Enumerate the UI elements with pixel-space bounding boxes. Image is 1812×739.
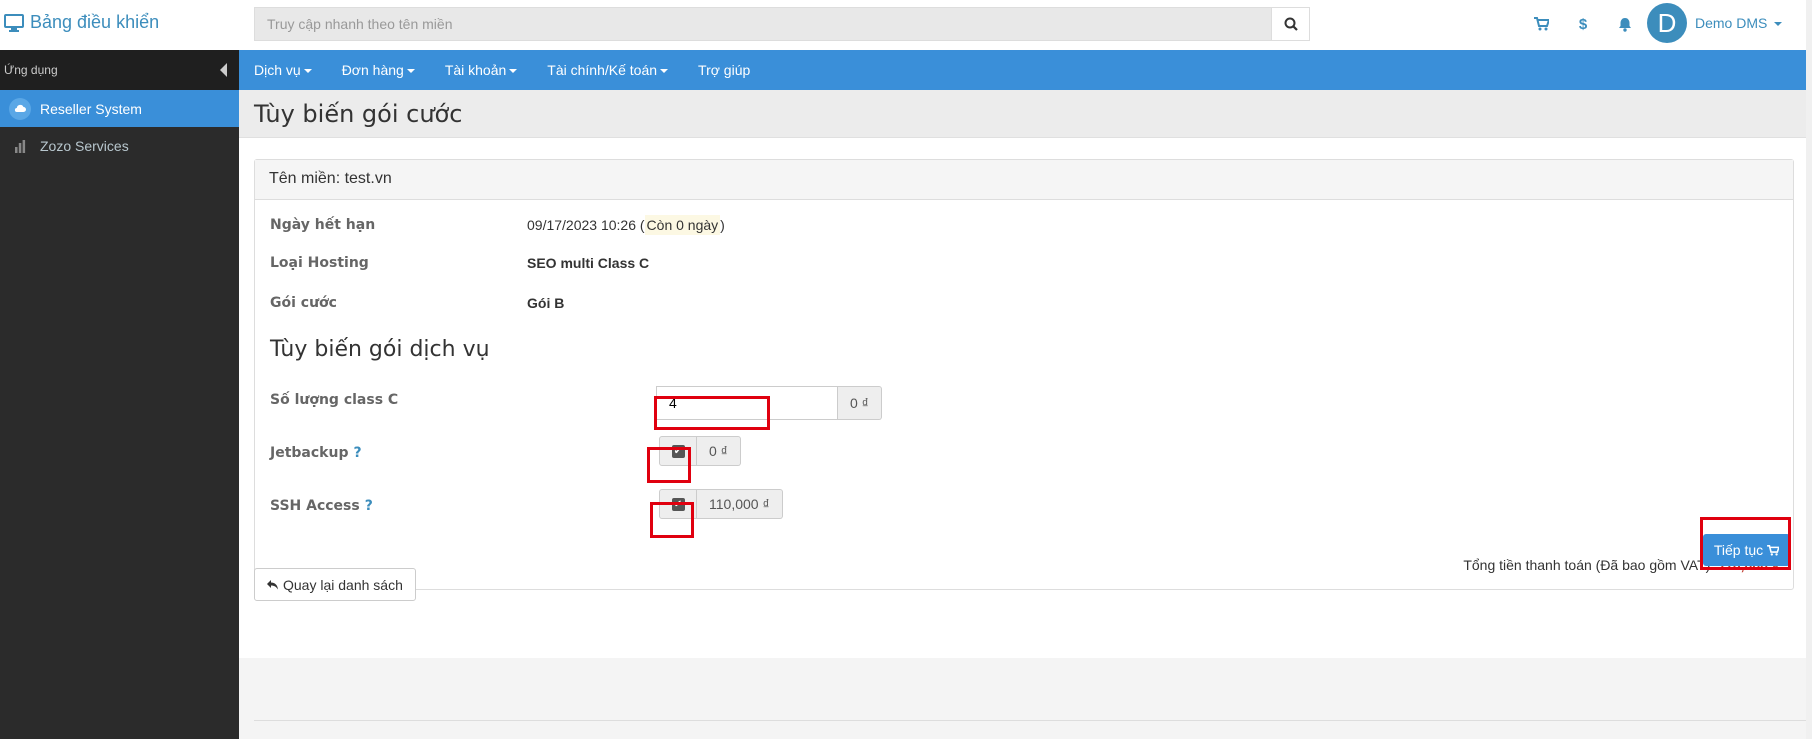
sidebar-icon-wrap — [0, 97, 40, 120]
highlight-box — [654, 396, 770, 430]
caret-down-icon — [509, 69, 518, 74]
main-nav: Dịch vụ Đơn hàng Tài khoản Tài chính/Kế … — [239, 50, 1812, 90]
ssh-label-text: SSH Access — [270, 498, 360, 514]
notifications-button[interactable] — [1604, 0, 1646, 48]
expiry-row: Ngày hết hạn 09/17/2023 10:26 ( Còn 0 ng… — [270, 215, 725, 235]
class-c-row: Số lượng class C 0 ₫ — [270, 380, 882, 420]
user-name: Demo DMS — [1695, 15, 1768, 31]
help-icon[interactable]: ? — [365, 498, 373, 514]
domain-box-header: Tên miền: test.vn — [255, 160, 1793, 200]
help-icon[interactable]: ? — [353, 445, 361, 461]
jetbackup-label-text: Jetbackup — [270, 445, 349, 461]
sidebar-item-reseller-system[interactable]: Reseller System — [0, 90, 239, 127]
expiry-label: Ngày hết hạn — [270, 217, 376, 233]
total-label: Tổng tiền thanh toán (Đã bao gồm VAT): — [1463, 557, 1715, 573]
hosting-label: Loại Hosting — [270, 255, 369, 271]
cloud-icon — [9, 97, 31, 120]
plan-row: Gói cước Gói B — [270, 295, 564, 311]
page-title: Tùy biến gói cước — [254, 100, 463, 128]
top-icons: $ — [1520, 0, 1646, 48]
reply-arrow-icon — [267, 579, 278, 589]
jetbackup-label: Jetbackup? — [270, 445, 659, 461]
highlight-box — [1700, 517, 1791, 570]
shopping-cart-icon — [1533, 17, 1549, 31]
back-to-list-button[interactable]: Quay lại danh sách — [254, 568, 416, 601]
expiry-date: 09/17/2023 10:26 ( — [527, 217, 645, 233]
caret-down-icon — [1774, 22, 1783, 27]
nav-label: Trợ giúp — [698, 62, 751, 78]
ssh-row: SSH Access? ✔ 110,000 ₫ — [270, 489, 783, 519]
bell-icon — [1619, 17, 1631, 32]
content-header: Tùy biến gói cước — [239, 90, 1812, 138]
sidebar-header-label: Ứng dụng — [4, 63, 58, 77]
brand-link[interactable]: Bảng điều khiển — [4, 12, 159, 33]
top-bar: Bảng điều khiển $ D Demo DMS — [0, 0, 1812, 50]
domain-box: Tên miền: test.vn Ngày hết hạn 09/17/202… — [254, 159, 1794, 590]
nav-label: Tài khoản — [444, 62, 507, 78]
jetbackup-price: 0 ₫ — [697, 436, 741, 466]
brand-title: Bảng điều khiển — [30, 12, 160, 32]
sidebar-item-label: Reseller System — [40, 100, 142, 117]
caret-down-icon — [406, 69, 415, 74]
billing-button[interactable]: $ — [1562, 0, 1604, 48]
expiry-remaining: Còn 0 ngày — [644, 215, 721, 235]
content-area: Tùy biến gói cước Tên miền: test.vn Ngày… — [239, 90, 1812, 739]
search-input[interactable] — [254, 7, 1272, 41]
ssh-price: 110,000 ₫ — [697, 489, 783, 519]
expiry-close: ) — [720, 217, 725, 233]
customize-title: Tùy biến gói dịch vụ — [270, 337, 490, 362]
sidebar-header: Ứng dụng — [0, 50, 239, 90]
search-icon — [1284, 17, 1298, 31]
avatar[interactable]: D — [1647, 3, 1687, 43]
back-label: Quay lại danh sách — [283, 576, 403, 593]
highlight-box — [647, 447, 691, 483]
nav-item-account[interactable]: Tài khoản — [444, 62, 518, 78]
scrollbar[interactable] — [1806, 0, 1812, 739]
footer-divider — [254, 720, 1807, 721]
search-button[interactable] — [1272, 7, 1310, 41]
caret-down-icon — [660, 69, 669, 74]
nav-item-finance[interactable]: Tài chính/Kế toán — [547, 62, 669, 78]
hosting-row: Loại Hosting SEO multi Class C — [270, 255, 649, 271]
user-menu[interactable]: Demo DMS — [1695, 15, 1783, 31]
chart-icon — [15, 139, 26, 153]
monitor-icon — [4, 13, 24, 32]
content-body: Tên miền: test.vn Ngày hết hạn 09/17/202… — [239, 138, 1807, 658]
class-c-label: Số lượng class C — [270, 392, 399, 408]
sidebar: Ứng dụng Reseller System Zozo Services — [0, 50, 239, 739]
plan-value: Gói B — [527, 295, 565, 311]
nav-item-orders[interactable]: Đơn hàng — [342, 62, 415, 78]
collapse-arrow-icon[interactable] — [220, 63, 227, 77]
nav-label: Dịch vụ — [254, 62, 301, 78]
cart-button[interactable] — [1520, 0, 1562, 48]
sidebar-icon-wrap — [0, 139, 40, 153]
hosting-value: SEO multi Class C — [527, 255, 650, 271]
dollar-icon: $ — [1578, 15, 1588, 33]
nav-label: Tài chính/Kế toán — [547, 62, 658, 78]
nav-item-services[interactable]: Dịch vụ — [254, 62, 312, 78]
nav-item-help[interactable]: Trợ giúp — [698, 62, 750, 78]
highlight-box — [650, 502, 694, 538]
search-bar — [254, 7, 1310, 41]
nav-label: Đơn hàng — [341, 62, 404, 78]
ssh-label: SSH Access? — [270, 498, 659, 514]
sidebar-item-zozo-services[interactable]: Zozo Services — [0, 127, 239, 164]
caret-down-icon — [303, 69, 312, 74]
plan-label: Gói cước — [270, 295, 337, 311]
class-c-price: 0 ₫ — [838, 386, 882, 420]
sidebar-item-label: Zozo Services — [40, 137, 129, 154]
